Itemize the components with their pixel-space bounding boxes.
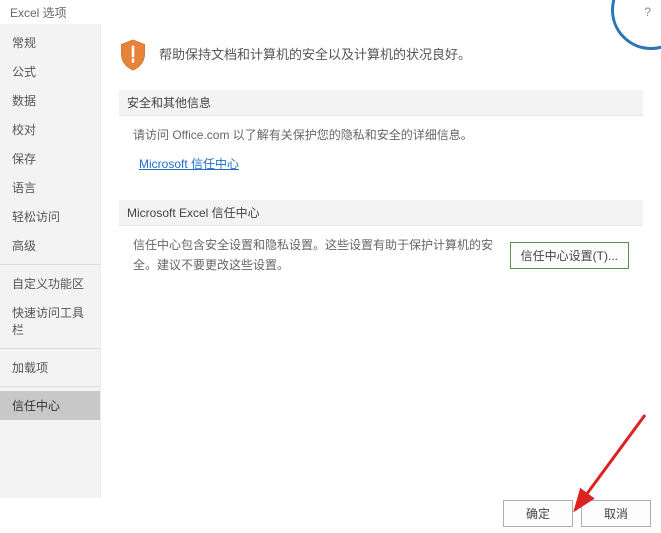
sidebar-item-addins[interactable]: 加载项 bbox=[0, 353, 100, 382]
excel-tc-desc: 信任中心包含安全设置和隐私设置。这些设置有助于保护计算机的安全。建议不要更改这些… bbox=[133, 236, 500, 274]
section-security-body: 请访问 Office.com 以了解有关保护您的隐私和安全的详细信息。 Micr… bbox=[119, 116, 643, 192]
sidebar-item-customize-ribbon[interactable]: 自定义功能区 bbox=[0, 269, 100, 298]
shield-icon bbox=[119, 38, 147, 72]
sidebar-item-trust-center[interactable]: 信任中心 bbox=[0, 391, 100, 420]
dialog-title: Excel 选项 bbox=[10, 4, 67, 21]
hero-text: 帮助保持文档和计算机的安全以及计算机的状况良好。 bbox=[159, 38, 471, 63]
sidebar-item-language[interactable]: 语言 bbox=[0, 173, 100, 202]
security-desc: 请访问 Office.com 以了解有关保护您的隐私和安全的详细信息。 bbox=[133, 126, 629, 145]
trust-center-settings-button[interactable]: 信任中心设置(T)... bbox=[510, 242, 629, 269]
section-security-header: 安全和其他信息 bbox=[119, 90, 643, 116]
sidebar-item-save[interactable]: 保存 bbox=[0, 144, 100, 173]
ok-button[interactable]: 确定 bbox=[503, 500, 573, 527]
sidebar: 常规 公式 数据 校对 保存 语言 轻松访问 高级 自定义功能区 快速访问工具栏… bbox=[0, 24, 100, 498]
sidebar-item-general[interactable]: 常规 bbox=[0, 28, 100, 57]
sidebar-item-accessibility[interactable]: 轻松访问 bbox=[0, 202, 100, 231]
hero: 帮助保持文档和计算机的安全以及计算机的状况良好。 bbox=[119, 34, 643, 72]
sidebar-item-advanced[interactable]: 高级 bbox=[0, 231, 100, 260]
separator bbox=[0, 386, 100, 387]
content-pane: 帮助保持文档和计算机的安全以及计算机的状况良好。 安全和其他信息 请访问 Off… bbox=[100, 24, 661, 498]
ms-trust-center-link[interactable]: Microsoft 信任中心 bbox=[139, 155, 239, 174]
separator bbox=[0, 348, 100, 349]
dialog-footer: 确定 取消 bbox=[503, 500, 651, 527]
sidebar-item-quick-access[interactable]: 快速访问工具栏 bbox=[0, 298, 100, 344]
cancel-button[interactable]: 取消 bbox=[581, 500, 651, 527]
separator bbox=[0, 264, 100, 265]
section-excel-tc-body: 信任中心包含安全设置和隐私设置。这些设置有助于保护计算机的安全。建议不要更改这些… bbox=[119, 226, 643, 292]
titlebar: Excel 选项 ? bbox=[0, 0, 661, 24]
sidebar-item-data[interactable]: 数据 bbox=[0, 86, 100, 115]
sidebar-item-formulas[interactable]: 公式 bbox=[0, 57, 100, 86]
dialog-body: 常规 公式 数据 校对 保存 语言 轻松访问 高级 自定义功能区 快速访问工具栏… bbox=[0, 24, 661, 498]
section-excel-tc-header: Microsoft Excel 信任中心 bbox=[119, 200, 643, 226]
sidebar-item-proofing[interactable]: 校对 bbox=[0, 115, 100, 144]
